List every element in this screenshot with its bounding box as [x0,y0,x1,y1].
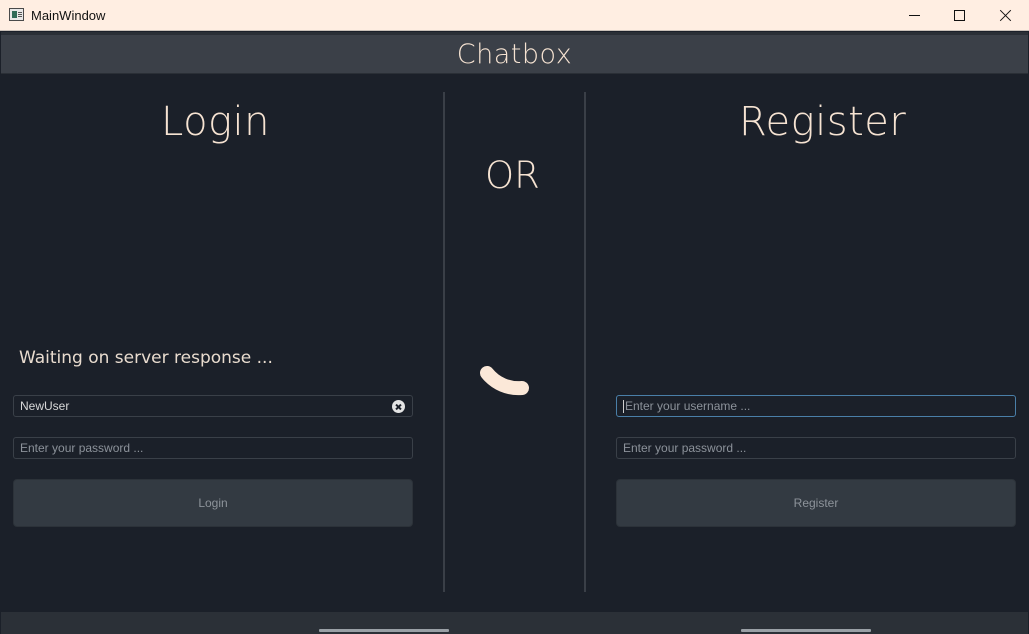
minimize-icon [908,15,920,16]
login-status-text: Waiting on server response ... [19,348,273,368]
app-header: Chatbox [1,32,1028,74]
loading-spinner-icon [480,366,529,396]
right-divider [584,92,586,592]
register-password-placeholder: Enter your password ... [623,441,747,455]
status-text-cutoff [741,629,871,632]
window-titlebar: MainWindow [0,0,1029,31]
register-heading: Register [739,99,907,145]
login-password-field[interactable]: Enter your password ... [13,437,413,459]
login-password-placeholder: Enter your password ... [20,441,144,455]
clear-input-icon[interactable] [392,400,405,413]
maximize-button[interactable] [936,0,982,31]
login-button-label: Login [198,496,228,510]
register-username-placeholder: Enter your username ... [625,399,751,413]
status-text-cutoff [319,629,449,632]
close-button[interactable] [982,0,1028,31]
main-content: Login OR Register Waiting on server resp… [1,74,1028,612]
left-divider [443,92,445,592]
window-app-icon [9,8,24,21]
login-heading: Login [161,99,271,145]
register-username-field[interactable]: Enter your username ... [616,395,1016,417]
app-title: Chatbox [456,38,573,70]
status-bar [1,612,1028,634]
close-icon [999,9,1012,22]
window-title: MainWindow [31,8,106,23]
text-caret [623,399,624,413]
minimize-button[interactable] [891,0,937,31]
register-button-label: Register [793,496,839,510]
login-username-field[interactable]: NewUser [13,395,413,417]
maximize-icon [953,10,965,21]
login-button[interactable]: Login [13,479,413,527]
or-label: OR [485,154,540,197]
register-password-field[interactable]: Enter your password ... [616,437,1016,459]
register-button[interactable]: Register [616,479,1016,527]
login-username-value: NewUser [20,399,70,413]
